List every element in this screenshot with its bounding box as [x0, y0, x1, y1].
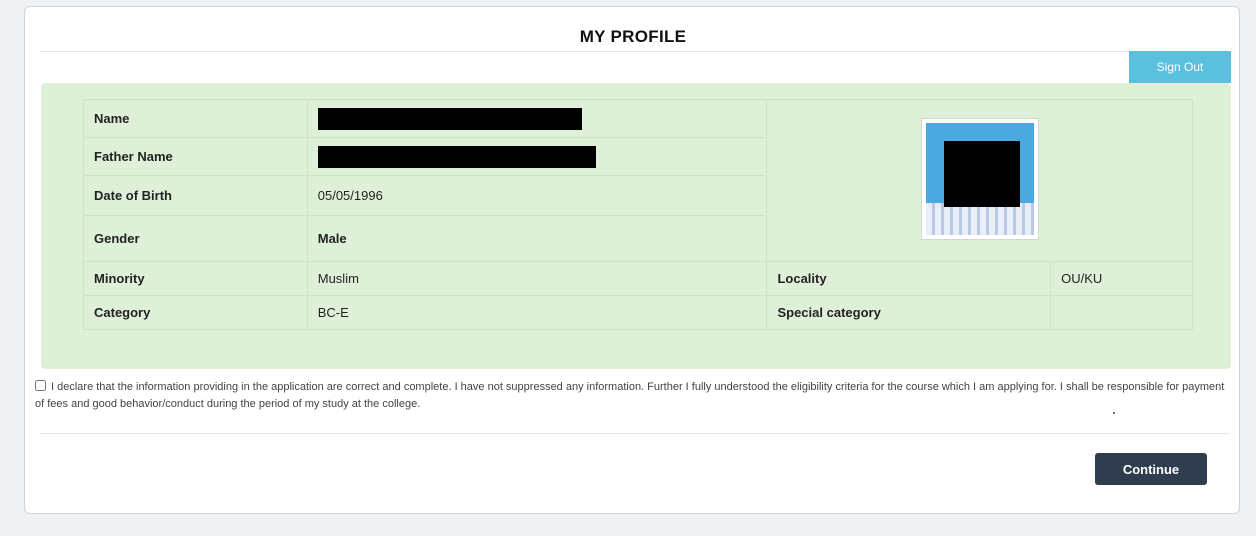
photo-cell — [766, 99, 1193, 262]
title-divider — [39, 51, 1229, 52]
minority-value: Muslim — [306, 261, 768, 296]
declaration: I declare that the information providing… — [35, 379, 1235, 413]
gender-value: Male — [306, 215, 768, 262]
profile-table: Name Father Name Date of Birth 05/05/199… — [83, 99, 1193, 330]
stray-dot — [1113, 412, 1115, 414]
locality-value: OU/KU — [1050, 261, 1193, 296]
table-row: Category BC-E Special category — [83, 295, 1193, 330]
profile-card: MY PROFILE Sign Out Name Father Name Dat… — [24, 6, 1240, 514]
special-category-value — [1050, 295, 1193, 330]
dob-value: 05/05/1996 — [306, 175, 768, 216]
continue-button[interactable]: Continue — [1095, 453, 1207, 485]
declaration-text: I declare that the information providing… — [35, 381, 1225, 410]
footer-divider — [39, 433, 1229, 434]
name-label: Name — [83, 99, 308, 138]
redacted-father-name — [317, 145, 596, 168]
special-category-label: Special category — [766, 295, 1052, 330]
category-label: Category — [83, 295, 308, 330]
father-name-label: Father Name — [83, 137, 308, 176]
dob-label: Date of Birth — [83, 175, 308, 216]
sign-out-button[interactable]: Sign Out — [1129, 51, 1231, 83]
table-row: Minority Muslim Locality OU/KU — [83, 261, 1193, 296]
declaration-checkbox[interactable] — [35, 380, 46, 391]
gender-label: Gender — [83, 215, 308, 262]
redacted-face — [943, 141, 1020, 207]
minority-label: Minority — [83, 261, 308, 296]
redacted-name — [317, 107, 582, 130]
category-value: BC-E — [306, 295, 768, 330]
profile-photo — [920, 118, 1039, 240]
name-value — [306, 99, 768, 138]
table-row: Name — [83, 99, 1193, 262]
locality-label: Locality — [766, 261, 1052, 296]
profile-details-panel: Name Father Name Date of Birth 05/05/199… — [41, 83, 1231, 369]
father-name-value — [306, 137, 768, 176]
page-title: MY PROFILE — [579, 27, 687, 46]
